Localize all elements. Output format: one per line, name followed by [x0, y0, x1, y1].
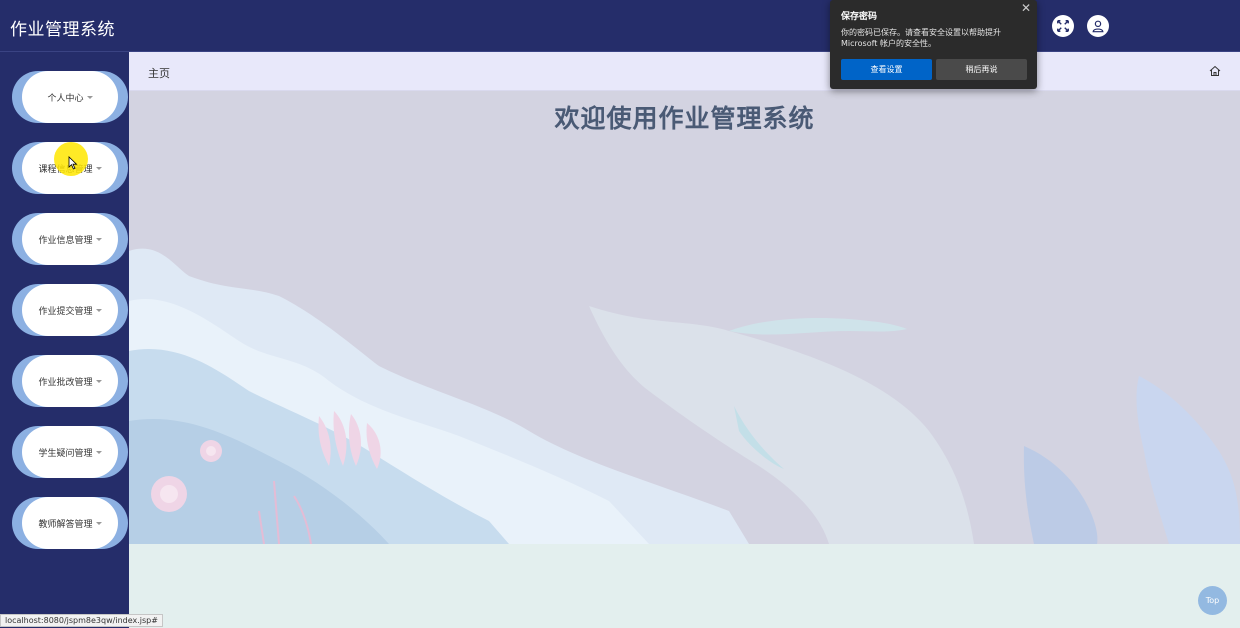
save-password-popup: 保存密码 ✕ 你的密码已保存。请查看安全设置以帮助提升 Microsoft 帐户…: [830, 0, 1037, 89]
app-title: 作业管理系统: [10, 20, 115, 40]
later-button[interactable]: 稍后再说: [936, 59, 1027, 80]
caret-down-icon: [95, 450, 102, 454]
fullscreen-button[interactable]: [1052, 15, 1074, 37]
sidebar-item-body: 作业提交管理: [22, 284, 118, 336]
main-content: 欢迎使用作业管理系统: [129, 91, 1240, 544]
breadcrumb: 主页: [129, 52, 1240, 91]
caret-down-icon: [95, 308, 102, 312]
sidebar-item-label: 作业信息管理: [38, 235, 93, 246]
fullscreen-icon: [1057, 20, 1069, 32]
sidebar-item-label: 个人中心: [47, 93, 84, 104]
sidebar-item-personal-center[interactable]: 个人中心: [12, 71, 128, 123]
sidebar-item-student-questions[interactable]: 学生疑问管理: [12, 426, 128, 478]
sidebar-item-teacher-answers[interactable]: 教师解答管理: [12, 497, 128, 549]
caret-down-icon: [95, 166, 102, 170]
ocean-illustration: [129, 248, 1240, 544]
sidebar-item-body: 作业批改管理: [22, 355, 118, 407]
sidebar-item-label: 作业提交管理: [38, 306, 93, 317]
sidebar-item-assignment-info[interactable]: 作业信息管理: [12, 213, 128, 265]
sidebar-item-label: 学生疑问管理: [38, 448, 93, 459]
user-icon: [1092, 20, 1104, 33]
caret-down-icon: [95, 521, 102, 525]
caret-down-icon: [95, 379, 102, 383]
sidebar-item-body: 作业信息管理: [22, 213, 118, 265]
home-icon[interactable]: [1209, 65, 1221, 77]
top-bar: 作业管理系统: [0, 0, 1240, 52]
sidebar-item-label: 教师解答管理: [38, 519, 93, 530]
mouse-pointer-icon: [68, 156, 78, 170]
sidebar-item-body: 教师解答管理: [22, 497, 118, 549]
sidebar-item-assignment-submit[interactable]: 作业提交管理: [12, 284, 128, 336]
caret-down-icon: [86, 95, 93, 99]
popup-message: 你的密码已保存。请查看安全设置以帮助提升 Microsoft 帐户的安全性。: [841, 28, 1001, 48]
popup-title: 保存密码: [841, 12, 878, 22]
sidebar-item-body: 学生疑问管理: [22, 426, 118, 478]
sidebar-item-assignment-grading[interactable]: 作业批改管理: [12, 355, 128, 407]
view-settings-button[interactable]: 查看设置: [841, 59, 932, 80]
breadcrumb-current[interactable]: 主页: [148, 65, 170, 81]
close-icon[interactable]: ✕: [1019, 1, 1033, 15]
caret-down-icon: [95, 237, 102, 241]
sidebar-item-body: 个人中心: [22, 71, 118, 123]
back-to-top-button[interactable]: Top: [1198, 586, 1227, 615]
footer-band: [129, 544, 1240, 628]
sidebar-item-label: 作业批改管理: [38, 377, 93, 388]
browser-status-url: localhost:8080/jspm8e3qw/index.jsp#: [0, 614, 163, 627]
user-button[interactable]: [1087, 15, 1109, 37]
welcome-heading: 欢迎使用作业管理系统: [554, 104, 815, 133]
sidebar: 个人中心 课程信息管理 作业信息管理 作业提交管理 作业批改管理 学生疑问管理 …: [0, 52, 129, 628]
